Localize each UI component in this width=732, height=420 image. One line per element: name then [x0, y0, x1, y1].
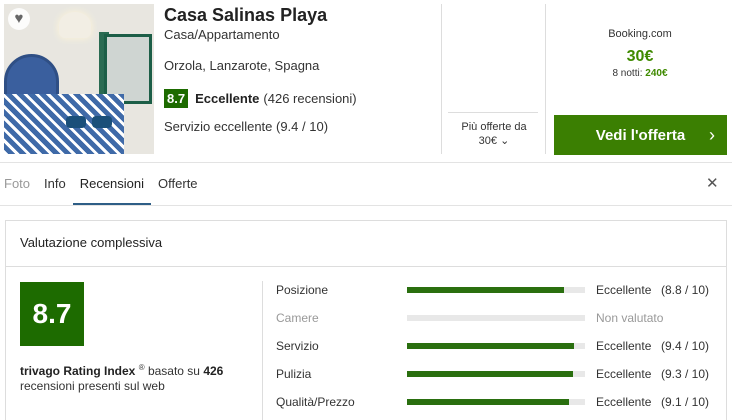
- category-bar-fill: [407, 371, 573, 377]
- hotel-name[interactable]: Casa Salinas Playa: [164, 5, 327, 26]
- tab-offerte[interactable]: Offerte: [151, 163, 205, 205]
- rating-index-text: trivago Rating Index ® basato su 426 rec…: [20, 360, 250, 394]
- rating-index-count: 426: [203, 364, 224, 378]
- category-verdict: Non valutato: [596, 311, 664, 325]
- category-row: Pulizia Eccellente (9.3 / 10): [276, 365, 716, 385]
- category-verdict: Eccellente: [596, 395, 652, 409]
- hotel-type: Casa/Appartamento: [164, 27, 280, 42]
- view-offer-label: Vedi l'offerta: [595, 126, 686, 144]
- rating-index-tail: recensioni presenti sul web: [20, 379, 165, 393]
- hotel-location: Orzola, Lanzarote, Spagna: [164, 58, 320, 73]
- view-offer-button[interactable]: Vedi l'offerta ›: [554, 115, 727, 155]
- category-label: Camere: [276, 311, 319, 325]
- category-row: Camere Non valutato: [276, 309, 716, 329]
- rating-summary[interactable]: 8.7 Eccellente (426 recensioni): [164, 89, 357, 108]
- close-icon[interactable]: ✕: [706, 174, 719, 192]
- divider: [441, 4, 442, 154]
- chevron-down-icon: ⌄: [500, 135, 510, 147]
- divider: [0, 205, 732, 206]
- divider: [6, 266, 726, 267]
- tab-info[interactable]: Info: [37, 163, 73, 205]
- more-offers-label: Più offerte da: [461, 121, 527, 133]
- category-score: (9.3 / 10): [661, 367, 710, 381]
- more-offers-price-line: 30€ ⌄: [446, 134, 542, 148]
- nights-total: 8 notti: 240€: [553, 68, 727, 79]
- category-label: Qualità/Prezzo: [276, 395, 355, 409]
- overall-score-badge: 8.7: [20, 282, 84, 346]
- photo-pillow: [66, 116, 86, 128]
- category-bar-fill: [407, 343, 575, 349]
- panel-title: Valutazione complessiva: [20, 235, 163, 250]
- category-score: (9.4 / 10): [661, 339, 710, 353]
- category-bar: [407, 315, 585, 321]
- rating-index-name[interactable]: trivago Rating Index: [20, 364, 135, 378]
- category-label: Posizione: [276, 283, 329, 297]
- divider: [545, 4, 546, 154]
- category-score: (8.8 / 10): [661, 283, 710, 297]
- heart-icon[interactable]: ♥: [8, 8, 30, 30]
- review-count-link[interactable]: (426 recensioni): [263, 91, 356, 106]
- photo-pillow: [92, 116, 112, 128]
- category-bar-fill: [407, 287, 564, 293]
- provider-name: Booking.com: [608, 28, 672, 40]
- category-score: (9.1 / 10): [661, 395, 710, 409]
- nights-label: 8 notti:: [612, 68, 646, 79]
- category-verdict: Eccellente: [596, 283, 652, 297]
- category-verdict: Eccellente: [596, 367, 652, 381]
- category-row: Posizione Eccellente (8.8 / 10): [276, 281, 716, 301]
- photo-lamp: [59, 12, 91, 38]
- divider: [448, 112, 538, 113]
- tab-recensioni[interactable]: Recensioni: [72, 163, 152, 205]
- service-highlight: Servizio eccellente (9.4 / 10): [164, 119, 329, 134]
- hotel-photo[interactable]: ♥: [4, 4, 154, 154]
- reviews-panel: Valutazione complessiva 8.7 trivago Rati…: [5, 220, 727, 420]
- more-offers-price: 30€: [478, 135, 498, 147]
- detail-tabs: Foto Info Recensioni Offerte: [4, 163, 205, 205]
- rating-word: Eccellente: [195, 91, 260, 106]
- offer-price: 30€: [626, 48, 654, 65]
- divider: [262, 281, 263, 420]
- tab-foto[interactable]: Foto: [4, 163, 37, 205]
- rating-index-mid: basato su: [144, 364, 204, 378]
- category-bar: [407, 371, 585, 377]
- category-verdict: Eccellente: [596, 339, 652, 353]
- more-offers-button[interactable]: Più offerte da 30€ ⌄: [446, 120, 542, 148]
- category-label: Pulizia: [276, 367, 312, 381]
- category-row: Qualità/Prezzo Eccellente (9.1 / 10): [276, 393, 716, 413]
- category-row: Servizio Eccellente (9.4 / 10): [276, 337, 716, 357]
- rating-badge: 8.7: [164, 89, 189, 108]
- nights-total-price: 240€: [645, 68, 668, 79]
- chevron-right-icon: ›: [709, 124, 715, 145]
- category-bar: [407, 399, 585, 405]
- category-bar: [407, 343, 585, 349]
- category-bar: [407, 287, 585, 293]
- category-label: Servizio: [276, 339, 319, 353]
- category-bar-fill: [407, 399, 569, 405]
